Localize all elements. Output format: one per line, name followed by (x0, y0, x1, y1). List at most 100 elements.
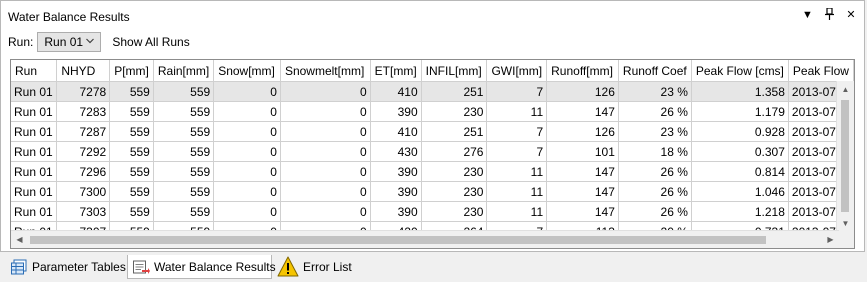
table-row[interactable]: Run 01 7292 559 559 0 0 430 276 7 101 18 % 0.307 201… (11, 141, 854, 162)
column-header[interactable]: Runoff[mm] (546, 60, 619, 82)
table-cell[interactable]: 7303 (56, 201, 111, 222)
table-cell[interactable]: 0 (213, 201, 281, 222)
table-row[interactable]: Run 01 7278 559 559 0 0 410 251 7 126 23 % 1.358 201… (11, 81, 854, 102)
table-cell[interactable]: 11 (486, 161, 548, 182)
column-header[interactable]: Rain[mm] (153, 60, 215, 82)
table-row[interactable]: Run 01 7300 559 559 0 0 390 230 11 147 26 % 1.046 20… (11, 181, 854, 202)
table-cell[interactable]: 1.358 (691, 81, 789, 102)
table-cell[interactable]: 0 (213, 181, 281, 202)
table-cell[interactable]: Run 01 (11, 181, 58, 202)
table-cell[interactable]: 559 (109, 101, 154, 122)
table-cell[interactable]: 276 (421, 141, 488, 162)
vertical-scroll-thumb[interactable] (841, 100, 849, 212)
table-cell[interactable]: 11 (486, 201, 548, 222)
table-row[interactable]: Run 01 7283 559 559 0 0 390 230 11 147 26 % 1.179 20… (11, 101, 854, 122)
table-row[interactable]: Run 01 7303 559 559 0 0 390 230 11 147 26 % 1.218 20… (11, 201, 854, 222)
table-cell[interactable]: 0.814 (691, 161, 789, 182)
table-cell[interactable]: 251 (421, 81, 488, 102)
table-cell[interactable]: 559 (153, 201, 215, 222)
table-cell[interactable]: 7 (486, 81, 548, 102)
table-cell[interactable]: 126 (546, 81, 619, 102)
table-cell[interactable]: 26 % (618, 181, 692, 202)
table-cell[interactable]: 390 (370, 201, 422, 222)
table-cell[interactable]: 559 (153, 101, 215, 122)
table-cell[interactable]: 0.307 (691, 141, 789, 162)
table-cell[interactable]: 559 (109, 201, 154, 222)
column-header[interactable]: Run (11, 60, 58, 82)
table-cell[interactable]: 7300 (56, 181, 111, 202)
table-cell[interactable]: 230 (421, 101, 488, 122)
table-cell[interactable]: 559 (153, 141, 215, 162)
table-cell[interactable]: 0 (213, 161, 281, 182)
scroll-up-icon[interactable]: ▲ (837, 81, 854, 98)
table-cell[interactable]: 7278 (56, 81, 111, 102)
table-cell[interactable]: 7283 (56, 101, 111, 122)
table-cell[interactable]: 559 (153, 161, 215, 182)
column-header[interactable]: GWI[mm] (486, 60, 548, 82)
column-header[interactable]: Snowmelt[mm] (280, 60, 371, 82)
table-cell[interactable]: 230 (421, 201, 488, 222)
pin-icon[interactable] (824, 7, 834, 24)
table-cell[interactable]: 0 (280, 141, 371, 162)
table-cell[interactable]: 0 (280, 201, 371, 222)
table-cell[interactable]: 1.179 (691, 101, 789, 122)
table-cell[interactable]: 7 (486, 141, 548, 162)
table-cell[interactable]: 559 (153, 81, 215, 102)
column-header[interactable]: P[mm] (109, 60, 154, 82)
vertical-scrollbar[interactable]: ▲ ▼ (836, 81, 854, 232)
tab-water-balance-results[interactable]: Water Balance Results (127, 255, 276, 279)
scroll-left-icon[interactable]: ◀ (11, 231, 28, 248)
table-cell[interactable]: 26 % (618, 161, 692, 182)
table-cell[interactable]: 1.046 (691, 181, 789, 202)
table-cell[interactable]: 23 % (618, 121, 692, 142)
column-header[interactable]: NHYD (56, 60, 111, 82)
horizontal-scrollbar[interactable]: ◀ ▶ (11, 230, 839, 248)
table-cell[interactable]: 410 (370, 81, 422, 102)
column-header[interactable]: Peak Flow [cms] (691, 60, 789, 82)
table-cell[interactable]: 147 (546, 181, 619, 202)
table-cell[interactable]: 0 (213, 81, 281, 102)
table-cell[interactable]: 147 (546, 161, 619, 182)
table-row[interactable]: Run 01 7287 559 559 0 0 410 251 7 126 23 % 0.928 201… (11, 121, 854, 142)
table-cell[interactable]: 0 (280, 181, 371, 202)
table-cell[interactable]: 390 (370, 161, 422, 182)
table-cell[interactable]: 0 (280, 161, 371, 182)
table-cell[interactable]: 18 % (618, 141, 692, 162)
table-cell[interactable]: Run 01 (11, 141, 58, 162)
run-dropdown[interactable]: Run 01 (37, 32, 102, 52)
table-cell[interactable]: 559 (109, 81, 154, 102)
table-cell[interactable]: 23 % (618, 81, 692, 102)
table-cell[interactable]: 0 (280, 81, 371, 102)
table-cell[interactable]: 0 (280, 101, 371, 122)
table-cell[interactable]: 559 (153, 181, 215, 202)
table-cell[interactable]: 230 (421, 181, 488, 202)
table-cell[interactable]: 147 (546, 101, 619, 122)
table-cell[interactable]: 26 % (618, 101, 692, 122)
table-cell[interactable]: 0 (280, 121, 371, 142)
table-cell[interactable]: 559 (109, 181, 154, 202)
table-cell[interactable]: 390 (370, 101, 422, 122)
table-cell[interactable]: Run 01 (11, 81, 58, 102)
table-cell[interactable]: 230 (421, 161, 488, 182)
table-cell[interactable]: 126 (546, 121, 619, 142)
table-cell[interactable]: Run 01 (11, 201, 58, 222)
table-cell[interactable]: 26 % (618, 201, 692, 222)
table-cell[interactable]: 559 (109, 141, 154, 162)
show-all-runs-button[interactable]: Show All Runs (112, 35, 189, 49)
table-cell[interactable]: 101 (546, 141, 619, 162)
table-cell[interactable]: Run 01 (11, 121, 58, 142)
table-cell[interactable]: 1.218 (691, 201, 789, 222)
table-cell[interactable]: 7 (486, 121, 548, 142)
table-cell[interactable]: 430 (370, 141, 422, 162)
table-cell[interactable]: 0 (213, 141, 281, 162)
table-cell[interactable]: 7296 (56, 161, 111, 182)
table-cell[interactable]: 0 (213, 101, 281, 122)
tab-error-list[interactable]: Error List (273, 255, 356, 279)
scroll-down-icon[interactable]: ▼ (837, 215, 854, 232)
table-cell[interactable]: 11 (486, 181, 548, 202)
column-header[interactable]: Runoff Coef (618, 60, 692, 82)
tab-parameter-tables[interactable]: Parameter Tables (6, 255, 126, 279)
column-header[interactable]: ET[mm] (370, 60, 422, 82)
horizontal-scroll-thumb[interactable] (30, 236, 766, 244)
dropdown-arrow-icon[interactable]: ▼ (802, 8, 813, 24)
